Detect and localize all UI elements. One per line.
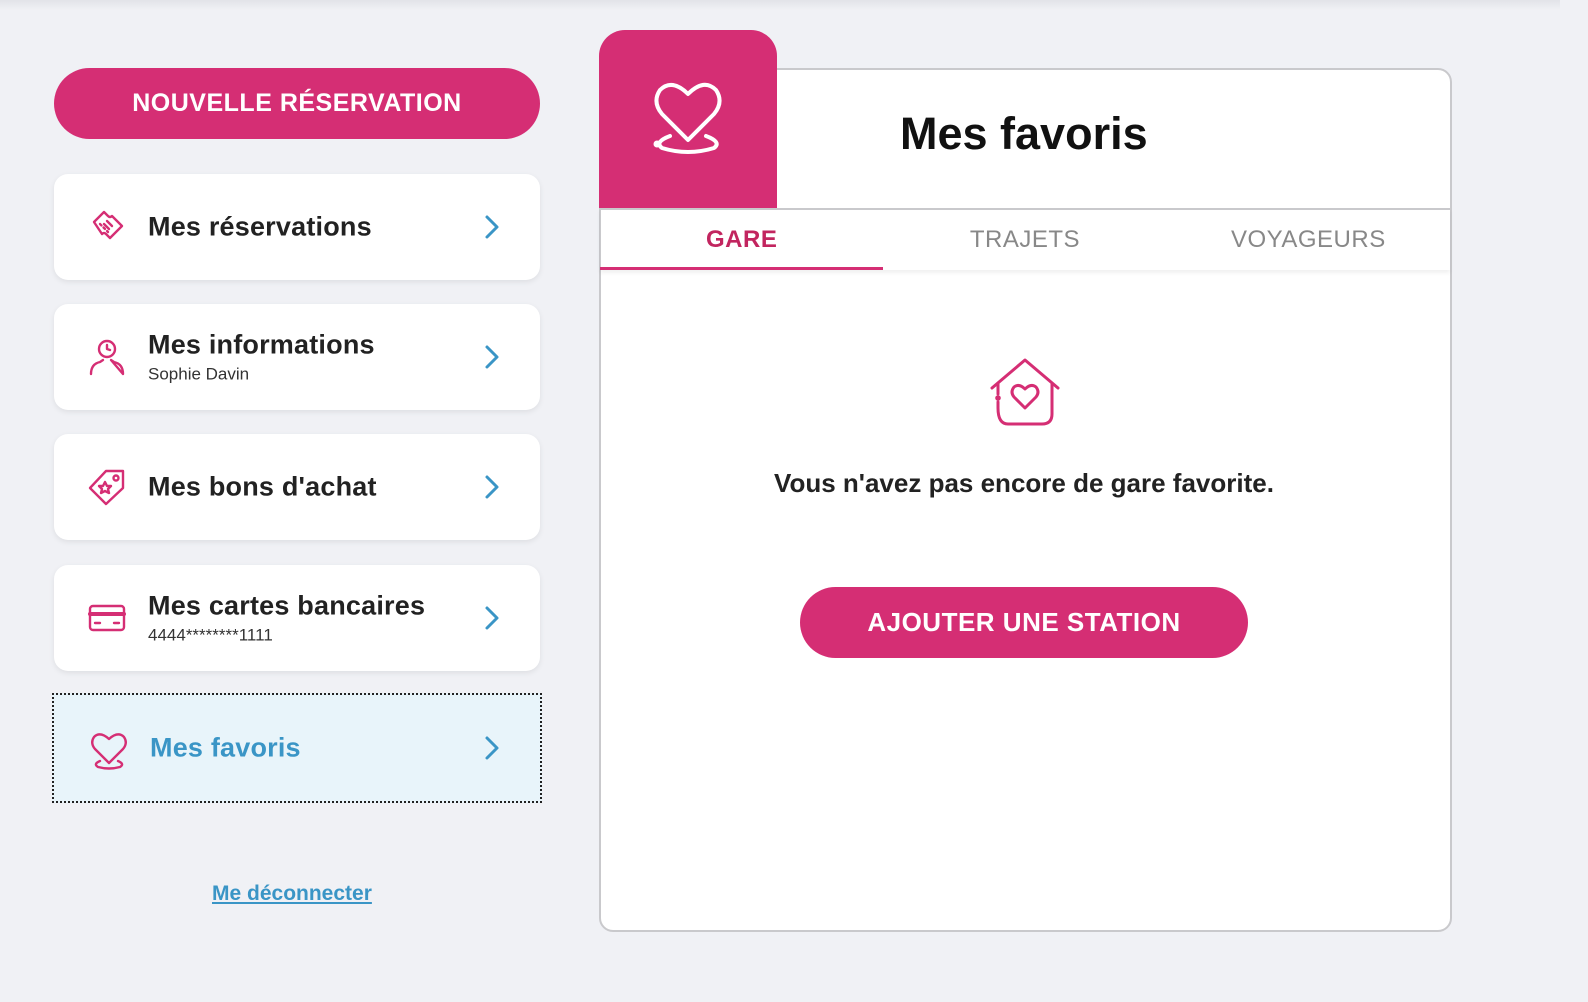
chevron-right-icon xyxy=(485,475,499,499)
new-booking-button[interactable]: NOUVELLE RÉSERVATION xyxy=(54,68,540,139)
credit-card-icon xyxy=(88,604,126,632)
heart-icon xyxy=(91,733,127,770)
sidebar-item-label: Mes bons d'achat xyxy=(148,471,377,502)
user-icon xyxy=(89,339,125,376)
heart-icon xyxy=(653,82,722,154)
sidebar-item-reservations[interactable]: Mes réservations xyxy=(54,174,540,280)
sidebar-item-vouchers[interactable]: Mes bons d'achat xyxy=(54,434,540,540)
sidebar-item-favorites[interactable]: Mes favoris xyxy=(52,693,542,803)
chevron-right-icon xyxy=(485,606,499,630)
panel-header-icon-box xyxy=(599,30,777,208)
user-name: Sophie Davin xyxy=(148,364,250,384)
add-station-button[interactable]: AJOUTER UNE STATION xyxy=(800,587,1248,658)
sidebar-item-label: Mes cartes bancaires xyxy=(148,590,426,621)
top-shadow xyxy=(0,0,1560,10)
ticket-icon xyxy=(92,210,124,240)
sidebar-item-label: Mes informations xyxy=(148,329,375,360)
chevron-right-icon xyxy=(485,215,499,239)
tab-trajets[interactable]: TRAJETS xyxy=(883,210,1166,270)
house-heart-icon xyxy=(990,358,1060,426)
chevron-right-icon xyxy=(485,345,499,369)
sidebar-item-label: Mes favoris xyxy=(150,732,301,763)
sidebar-item-informations[interactable]: Mes informations Sophie Davin xyxy=(54,304,540,410)
chevron-right-icon xyxy=(485,736,499,760)
sidebar-item-cards[interactable]: Mes cartes bancaires 4444********1111 xyxy=(54,565,540,671)
logout-link[interactable]: Me déconnecter xyxy=(212,882,372,906)
page-title: Mes favoris xyxy=(900,108,1148,159)
tab-voyageurs[interactable]: VOYAGEURS xyxy=(1167,210,1450,270)
voucher-tag-icon xyxy=(88,469,125,506)
card-number: 4444********1111 xyxy=(148,625,273,645)
empty-state-message: Vous n'avez pas encore de gare favorite. xyxy=(774,468,1274,498)
favorites-tabs: GARE TRAJETS VOYAGEURS xyxy=(600,208,1450,270)
tab-gare[interactable]: GARE xyxy=(600,210,884,270)
sidebar-item-label: Mes réservations xyxy=(148,211,372,242)
